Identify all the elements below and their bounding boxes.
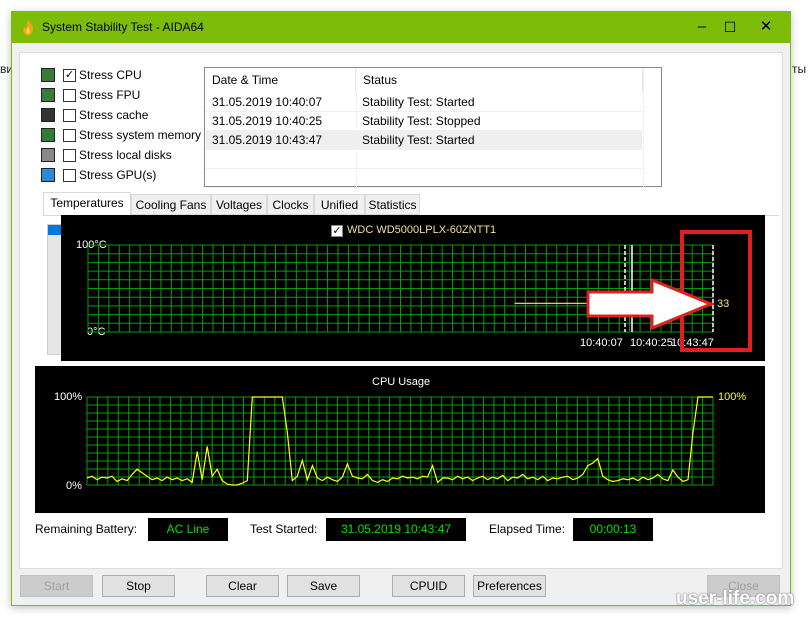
cpuid-button[interactable]: CPUID	[392, 575, 465, 597]
watermark: user-life.com	[676, 588, 795, 609]
start-button[interactable]: Start	[20, 575, 93, 597]
test-started-label: Test Started:	[250, 522, 318, 536]
test-started-value: 31.05.2019 10:43:47	[326, 518, 466, 541]
clear-button[interactable]: Clear	[206, 575, 279, 597]
stop-button[interactable]: Stop	[102, 575, 175, 597]
highlight-rectangle	[680, 230, 752, 352]
elapsed-time-value: 00:00:13	[573, 518, 653, 541]
battery-value: AC Line	[148, 518, 228, 541]
battery-label: Remaining Battery:	[35, 522, 138, 536]
arrow-icon	[586, 277, 715, 331]
elapsed-time-label: Elapsed Time:	[489, 522, 566, 536]
save-button[interactable]: Save	[287, 575, 360, 597]
preferences-button[interactable]: Preferences	[473, 575, 546, 597]
